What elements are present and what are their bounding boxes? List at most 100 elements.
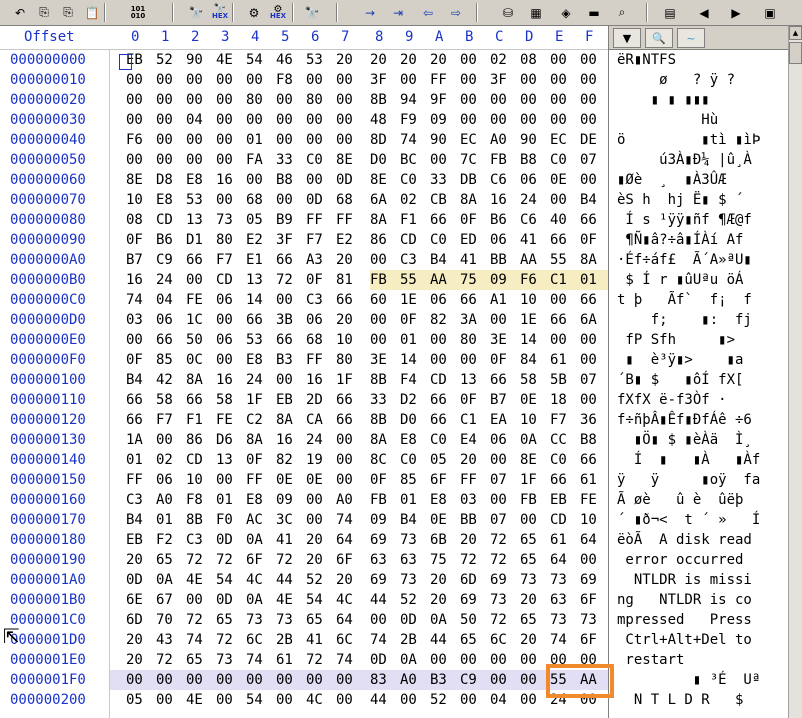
- hex-byte[interactable]: 80: [216, 232, 233, 248]
- hex-byte[interactable]: 14: [400, 352, 417, 368]
- hex-byte[interactable]: F6: [520, 272, 537, 288]
- hex-byte[interactable]: 00: [520, 72, 537, 88]
- hex-byte[interactable]: 13: [246, 272, 263, 288]
- hex-byte[interactable]: 07: [580, 372, 597, 388]
- hex-byte[interactable]: FF: [430, 72, 447, 88]
- hex-byte[interactable]: 73: [400, 572, 417, 588]
- hex-byte[interactable]: 20: [400, 52, 417, 68]
- hex-byte[interactable]: 58: [520, 372, 537, 388]
- hex-byte[interactable]: 44: [370, 692, 387, 708]
- hex-byte[interactable]: 72: [186, 552, 203, 568]
- hex-byte[interactable]: 64: [550, 552, 567, 568]
- hex-byte[interactable]: 90: [520, 132, 537, 148]
- hex-byte[interactable]: 07: [490, 512, 507, 528]
- hex-byte[interactable]: 01: [580, 272, 597, 288]
- hex-byte[interactable]: 06: [156, 312, 173, 328]
- hex-byte[interactable]: 74: [126, 292, 143, 308]
- hex-byte[interactable]: 20: [460, 532, 477, 548]
- hex-byte[interactable]: B4: [430, 252, 447, 268]
- hex-byte[interactable]: 00: [490, 492, 507, 508]
- hex-byte[interactable]: 69: [370, 572, 387, 588]
- hex-byte[interactable]: BB: [460, 512, 477, 528]
- hex-byte[interactable]: 58: [156, 392, 173, 408]
- hex-byte[interactable]: 66: [246, 312, 263, 328]
- hex-byte[interactable]: 0D: [216, 592, 233, 608]
- hex-byte[interactable]: F7: [216, 252, 233, 268]
- hex-byte[interactable]: 00: [490, 452, 507, 468]
- text-row[interactable]: ▮ è³ÿ▮> ▮a: [617, 352, 743, 368]
- hex-byte[interactable]: E8: [156, 192, 173, 208]
- hex-byte[interactable]: 8A: [186, 372, 203, 388]
- hex-byte[interactable]: 0F: [126, 232, 143, 248]
- hex-byte[interactable]: 69: [490, 572, 507, 588]
- hex-byte[interactable]: 10: [186, 472, 203, 488]
- hex-byte[interactable]: 8A: [370, 212, 387, 228]
- hex-byte[interactable]: B9: [276, 212, 293, 228]
- hex-byte[interactable]: F6: [126, 132, 143, 148]
- hex-byte[interactable]: 05: [126, 692, 143, 708]
- hex-byte[interactable]: 00: [550, 52, 567, 68]
- hex-byte[interactable]: 4C: [336, 592, 353, 608]
- hex-byte[interactable]: DE: [580, 132, 597, 148]
- hex-byte[interactable]: 00: [370, 312, 387, 328]
- hex-byte[interactable]: 00: [216, 672, 233, 688]
- hex-byte[interactable]: 66: [580, 212, 597, 228]
- hex-byte[interactable]: 3B: [276, 312, 293, 328]
- hex-byte[interactable]: 52: [306, 572, 323, 588]
- hex-byte[interactable]: 10: [336, 332, 353, 348]
- hex-byte[interactable]: 61: [580, 472, 597, 488]
- hex-byte[interactable]: 00: [336, 92, 353, 108]
- hex-byte[interactable]: 00: [460, 52, 477, 68]
- hex-byte[interactable]: 00: [580, 172, 597, 188]
- hex-byte[interactable]: 13: [216, 452, 233, 468]
- hex-byte[interactable]: FA: [246, 152, 263, 168]
- hex-byte[interactable]: 6C: [490, 632, 507, 648]
- hex-byte[interactable]: 4C: [306, 692, 323, 708]
- hex-byte[interactable]: 00: [126, 92, 143, 108]
- hex-byte[interactable]: EC: [460, 132, 477, 148]
- hex-byte[interactable]: 03: [126, 312, 143, 328]
- hex-byte[interactable]: 50: [460, 612, 477, 628]
- hex-byte[interactable]: 01: [400, 492, 417, 508]
- hex-byte[interactable]: 0F: [580, 232, 597, 248]
- text-row[interactable]: t þ Ãf` f¡ f: [617, 292, 752, 308]
- hex-byte[interactable]: 00: [276, 672, 293, 688]
- hex-byte[interactable]: 63: [370, 552, 387, 568]
- hex-byte[interactable]: E8: [186, 172, 203, 188]
- hex-byte[interactable]: 5B: [550, 372, 567, 388]
- hex-byte[interactable]: 20: [306, 552, 323, 568]
- hex-byte[interactable]: E2: [336, 232, 353, 248]
- hex-byte[interactable]: 41: [520, 232, 537, 248]
- hex-byte[interactable]: 2B: [276, 632, 293, 648]
- hex-byte[interactable]: 6F: [430, 472, 447, 488]
- hex-byte[interactable]: 65: [520, 552, 537, 568]
- hex-byte[interactable]: 36: [580, 412, 597, 428]
- hex-byte[interactable]: A0: [156, 492, 173, 508]
- hex-byte[interactable]: 00: [520, 92, 537, 108]
- hex-byte[interactable]: 00: [216, 152, 233, 168]
- hex-byte[interactable]: B3: [276, 352, 293, 368]
- hex-byte[interactable]: 2B: [400, 632, 417, 648]
- hex-byte[interactable]: 67: [156, 592, 173, 608]
- hex-byte[interactable]: 00: [216, 312, 233, 328]
- hex-byte[interactable]: 00: [306, 172, 323, 188]
- hex-byte[interactable]: 90: [186, 52, 203, 68]
- hex-byte[interactable]: 72: [490, 552, 507, 568]
- text-row[interactable]: ▮Øè ¸ ▮À3ÛÆ: [617, 172, 727, 188]
- hex-byte[interactable]: CD: [400, 232, 417, 248]
- hex-byte[interactable]: 00: [186, 592, 203, 608]
- hex-byte[interactable]: 00: [460, 652, 477, 668]
- drive-icon[interactable]: ◈: [556, 3, 576, 22]
- hex-byte[interactable]: 66: [276, 252, 293, 268]
- hex-byte[interactable]: 00: [336, 72, 353, 88]
- hex-byte[interactable]: 00: [276, 692, 293, 708]
- hex-byte[interactable]: 00: [550, 192, 567, 208]
- hex-byte[interactable]: F7: [156, 412, 173, 428]
- hex-byte[interactable]: 72: [216, 632, 233, 648]
- hex-byte[interactable]: 03: [460, 492, 477, 508]
- hex-byte[interactable]: EA: [490, 412, 507, 428]
- hex-byte[interactable]: 8E: [126, 172, 143, 188]
- hex-byte[interactable]: FB: [490, 152, 507, 168]
- hex-byte[interactable]: AA: [520, 252, 537, 268]
- dropdown-tab[interactable]: ▼: [613, 28, 641, 48]
